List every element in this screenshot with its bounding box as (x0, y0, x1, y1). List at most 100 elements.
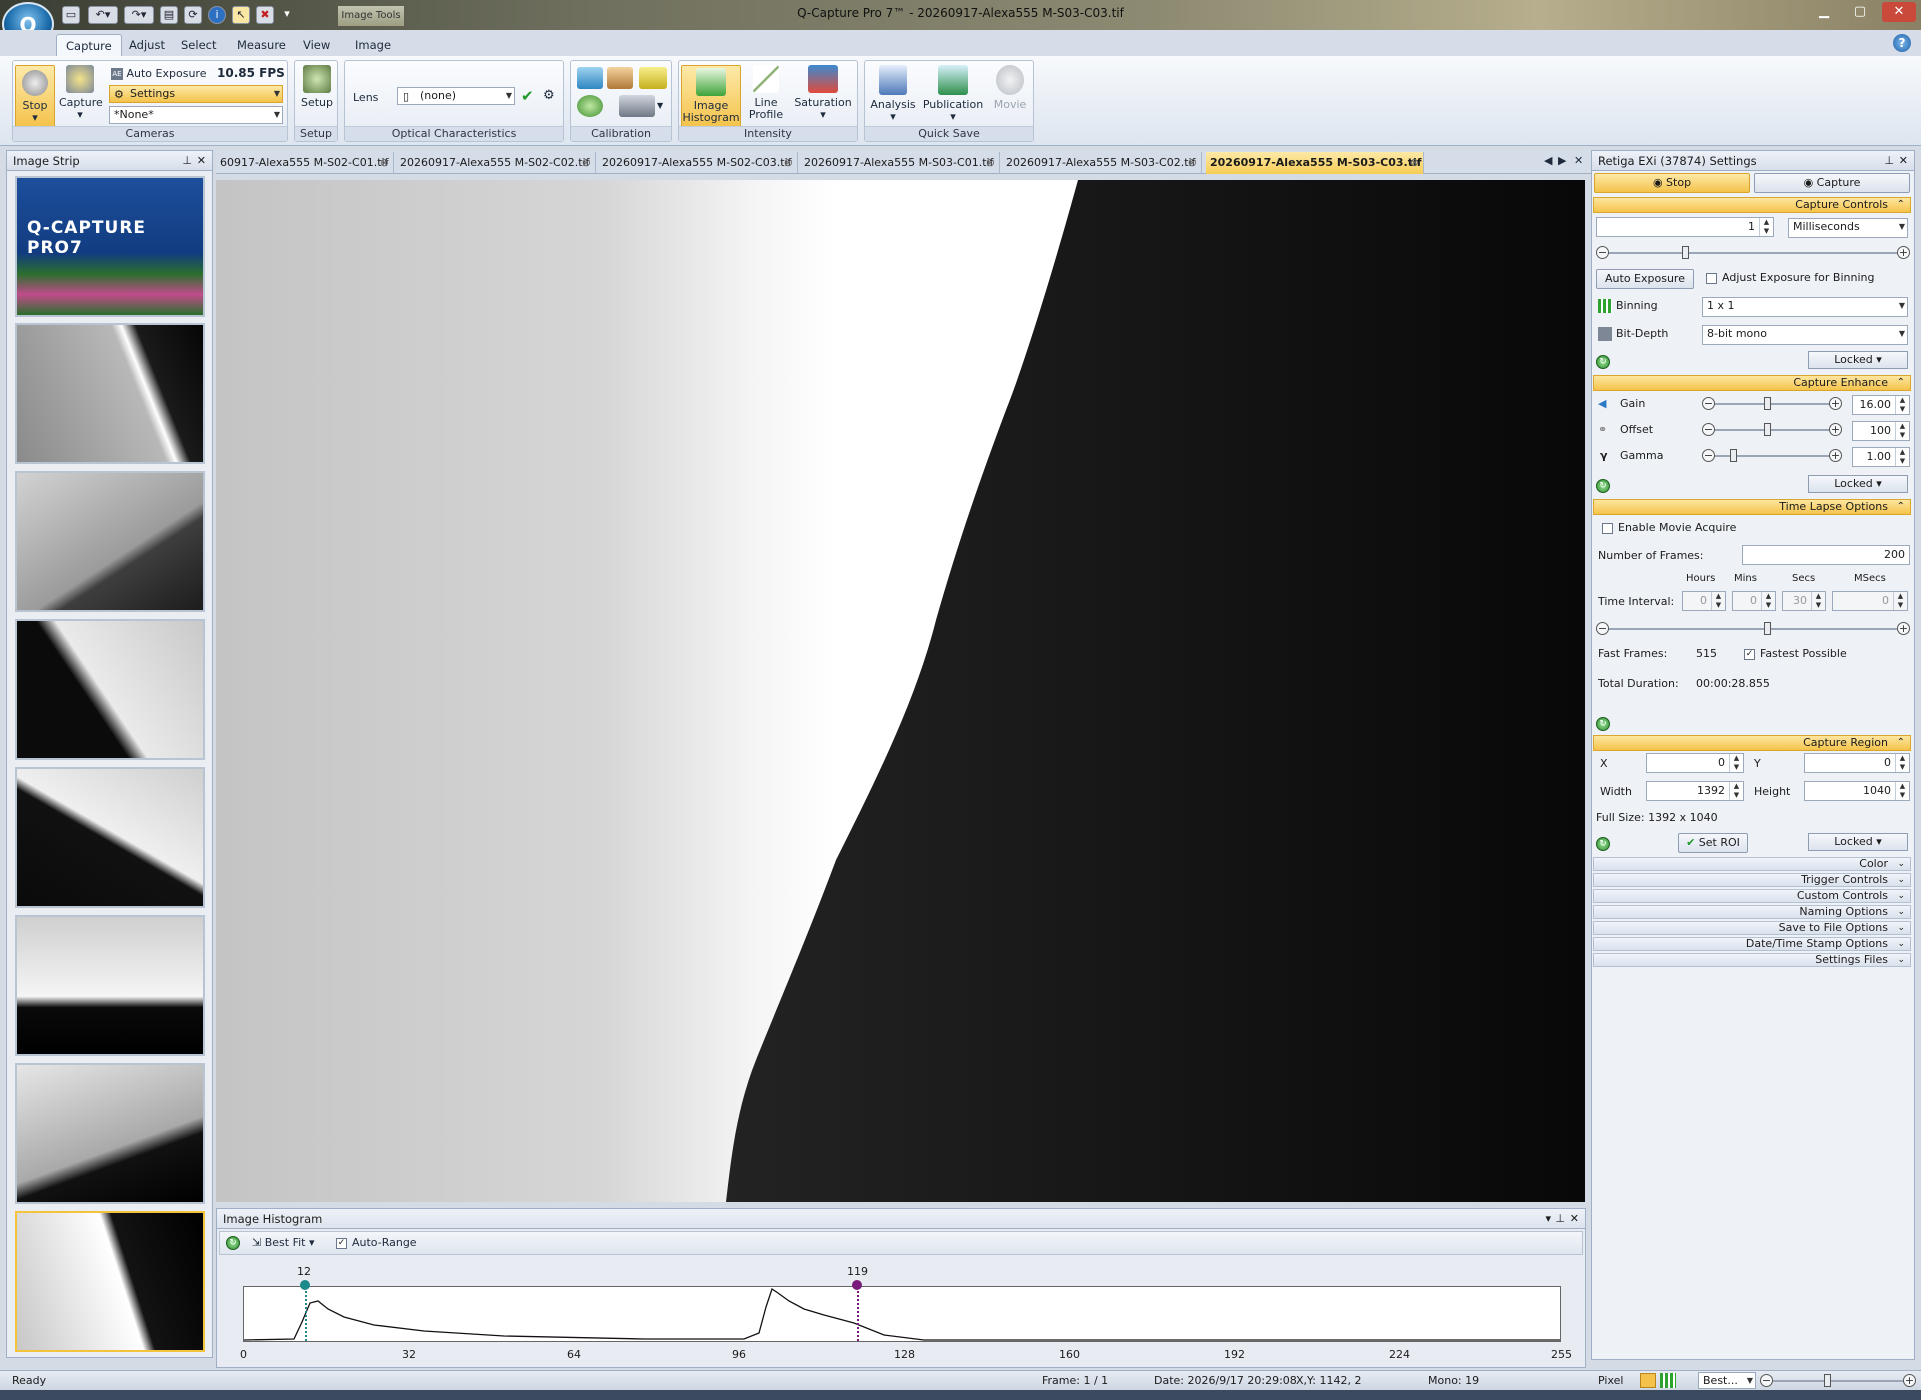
minus-icon[interactable]: − (1702, 397, 1715, 410)
locked-dropdown[interactable]: Locked ▾ (1808, 833, 1908, 851)
undo-icon[interactable]: ↶▾ (88, 6, 118, 24)
close-icon[interactable]: ✕ (1899, 151, 1908, 171)
section-color[interactable]: Color ⌄ (1593, 857, 1911, 871)
tab-document[interactable]: 20260917-Alexa555 M-S02-C02.tif ⊗ (396, 152, 596, 174)
thumbnail-logo[interactable]: Q-CAPTURE PRO7 (15, 176, 205, 317)
slider-thumb[interactable] (1764, 397, 1771, 410)
exposure-unit-dropdown[interactable]: Milliseconds ▼ (1788, 218, 1908, 238)
thumbnail-image-selected[interactable] (15, 1211, 205, 1352)
set-roi-button[interactable]: ✔ Set ROI (1678, 833, 1748, 853)
plus-icon[interactable]: + (1829, 449, 1842, 462)
gain-slider[interactable]: − + (1702, 396, 1842, 412)
image-histogram-button[interactable]: Image Histogram (681, 65, 741, 129)
movie-button[interactable]: Movie (989, 65, 1031, 111)
spinner-icon[interactable]: ▲ ▼ (1729, 754, 1743, 772)
refresh-icon[interactable]: ↻ (1596, 479, 1610, 493)
apply-lens-icon[interactable]: ✔ (521, 87, 534, 105)
saturation-button[interactable]: Saturation ▾ (791, 65, 855, 121)
spinner-icon[interactable]: ▲ ▼ (1895, 782, 1909, 800)
spinner-icon[interactable]: ▲ ▼ (1759, 218, 1773, 236)
section-capture-controls[interactable]: Capture Controls ⌃ (1593, 197, 1911, 213)
section-datetime-stamp[interactable]: Date/Time Stamp Options ⌄ (1593, 937, 1911, 951)
width-input[interactable]: 1392 ▲ ▼ (1646, 781, 1744, 801)
section-time-lapse[interactable]: Time Lapse Options ⌃ (1593, 499, 1911, 515)
auto-range-checkbox[interactable]: ✓ (336, 1238, 347, 1249)
spinner-icon[interactable]: ▲ ▼ (1895, 396, 1909, 414)
spinner-icon[interactable]: ▲ ▼ (1711, 592, 1725, 610)
publication-button[interactable]: Publication ▾ (921, 65, 985, 123)
enable-movie-checkbox[interactable] (1602, 523, 1613, 534)
section-capture-region[interactable]: Capture Region ⌃ (1593, 735, 1911, 751)
section-capture-enhance[interactable]: Capture Enhance ⌃ (1593, 375, 1911, 391)
section-custom-controls[interactable]: Custom Controls ⌄ (1593, 889, 1911, 903)
brush-icon[interactable] (607, 67, 633, 89)
section-save-to-file[interactable]: Save to File Options ⌄ (1593, 921, 1911, 935)
interval-hours-input[interactable]: 0 ▲ ▼ (1682, 591, 1726, 611)
close-icon[interactable]: ✕ (1570, 1209, 1579, 1229)
tab-document[interactable]: 20260917-Alexa555 M-S02-C03.tif ⊗ (598, 152, 798, 174)
image-viewer[interactable] (216, 180, 1585, 1202)
capture-button[interactable]: Capture ▾ (59, 65, 103, 121)
plus-icon[interactable]: + (1897, 246, 1910, 259)
delete-icon[interactable]: ✖ (256, 6, 274, 24)
section-naming-options[interactable]: Naming Options ⌄ (1593, 905, 1911, 919)
minus-icon[interactable]: − (1596, 246, 1609, 259)
tab-view[interactable]: View (294, 34, 339, 56)
interval-secs-input[interactable]: 30 ▲ ▼ (1782, 591, 1826, 611)
minimize-icon[interactable]: ▁ (1810, 2, 1838, 22)
plus-icon[interactable]: + (1903, 1374, 1916, 1387)
auto-exposure-button-panel[interactable]: Auto Exposure (1596, 269, 1694, 289)
refresh-icon[interactable]: ↻ (226, 1236, 240, 1250)
close-tab-icon[interactable]: ⊗ (582, 152, 591, 174)
offset-slider[interactable]: − + (1702, 422, 1842, 438)
calibration-image-icon[interactable] (577, 67, 603, 89)
zoom-slider[interactable]: − + (1760, 1373, 1916, 1389)
settings-dropdown[interactable]: ⚙ Settings ▼ (109, 85, 283, 103)
chevron-down-icon[interactable]: ▼ (657, 101, 663, 110)
slider-thumb[interactable] (1682, 246, 1689, 259)
tab-image[interactable]: Image (346, 34, 400, 56)
tab-measure[interactable]: Measure (228, 34, 295, 56)
tab-adjust[interactable]: Adjust (120, 34, 174, 56)
ruler-icon[interactable] (639, 67, 667, 89)
help-icon[interactable]: ? (1893, 34, 1911, 52)
settings-capture-button[interactable]: ◉ Capture (1754, 173, 1910, 193)
analysis-button[interactable]: Analysis ▾ (869, 65, 917, 123)
chevron-down-icon[interactable]: ▾ (1545, 1209, 1551, 1229)
customize-qat-icon[interactable]: ▾ (280, 6, 294, 24)
interval-mins-input[interactable]: 0 ▲ ▼ (1732, 591, 1776, 611)
refresh-icon[interactable]: ↻ (1596, 717, 1610, 731)
section-settings-files[interactable]: Settings Files ⌄ (1593, 953, 1911, 967)
minus-icon[interactable]: − (1702, 449, 1715, 462)
spinner-icon[interactable]: ▲ ▼ (1729, 782, 1743, 800)
tab-document-active[interactable]: 20260917-Alexa555 M-S03-C03.tif ⊗ (1206, 152, 1424, 174)
setup-button[interactable]: Setup (299, 65, 335, 109)
slider-thumb[interactable] (1824, 1374, 1831, 1387)
pointer-tool-icon[interactable]: ↖ (232, 6, 250, 24)
gain-input[interactable]: 16.00 ▲ ▼ (1852, 395, 1910, 415)
line-profile-button[interactable]: Line Profile (747, 65, 785, 121)
gamma-input[interactable]: 1.00 ▲ ▼ (1852, 447, 1910, 467)
close-tab-icon[interactable]: ⊗ (986, 152, 995, 174)
close-window-icon[interactable]: ✕ (1882, 2, 1916, 22)
height-input[interactable]: 1040 ▲ ▼ (1804, 781, 1910, 801)
interval-slider[interactable]: − + (1596, 621, 1910, 637)
adjust-binning-checkbox[interactable] (1706, 273, 1717, 284)
spinner-icon[interactable]: ▲ ▼ (1895, 422, 1909, 440)
low-marker-handle[interactable] (300, 1280, 310, 1290)
plus-icon[interactable]: + (1829, 423, 1842, 436)
redo-icon[interactable]: ↷▾ (124, 6, 154, 24)
fastest-possible-checkbox[interactable]: ✓ (1744, 649, 1755, 660)
close-tab-icon[interactable]: ⊗ (1188, 152, 1197, 174)
slider-thumb[interactable] (1764, 622, 1771, 635)
spinner-icon[interactable]: ▲ ▼ (1761, 592, 1775, 610)
exposure-slider[interactable]: − + (1596, 245, 1910, 261)
minus-icon[interactable]: − (1596, 622, 1609, 635)
exposure-input[interactable]: 1 ▲ ▼ (1596, 217, 1774, 237)
high-marker-handle[interactable] (852, 1280, 862, 1290)
refresh-icon[interactable]: ⟳ (184, 6, 202, 24)
tab-document[interactable]: 20260917-Alexa555 M-S03-C01.tif ⊗ (800, 152, 1000, 174)
frames-input[interactable]: 200 (1742, 545, 1910, 565)
thumbnail-image[interactable] (15, 915, 205, 1056)
new-window-icon[interactable]: ▭ (62, 6, 80, 24)
